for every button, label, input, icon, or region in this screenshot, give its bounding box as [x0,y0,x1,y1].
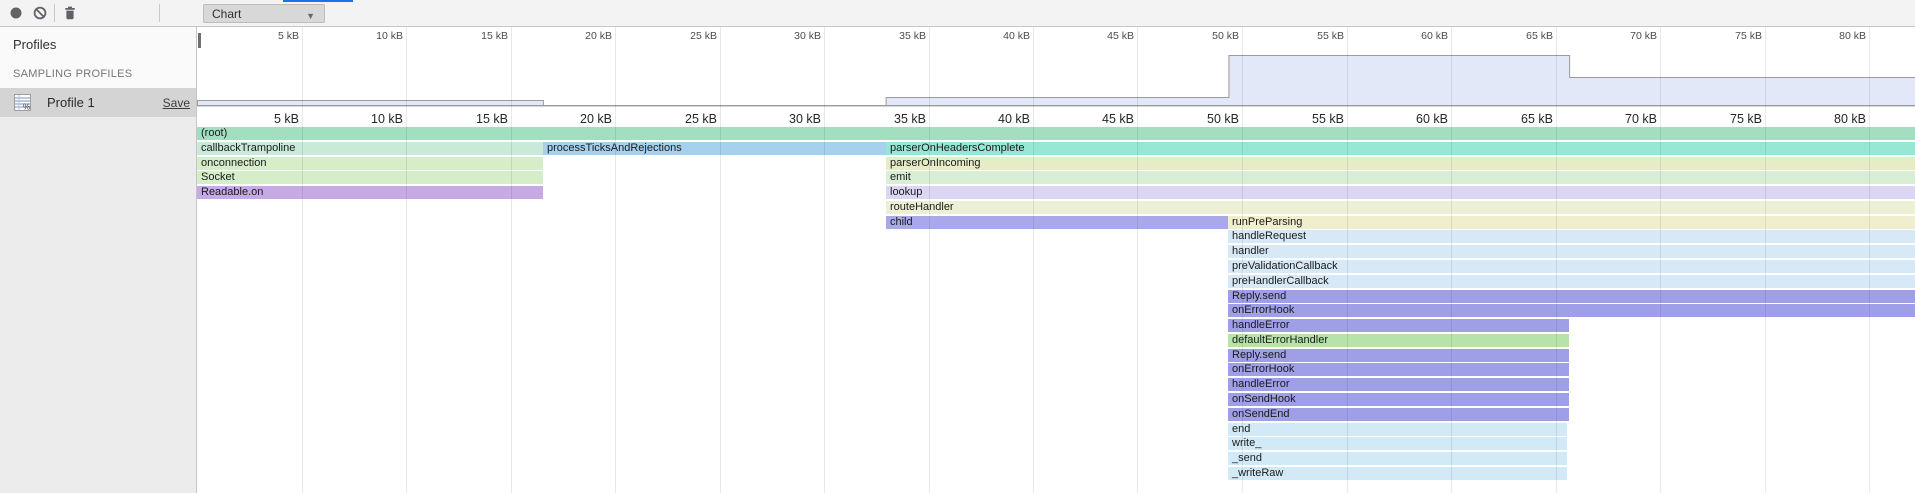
flame-bar-callbacktrampoline[interactable]: callbackTrampoline [197,142,543,155]
ruler-tick-label: 60 kB [1391,112,1448,126]
flame-bar-readable-on[interactable]: Readable.on [197,186,543,199]
flame-bar-onconnection[interactable]: onconnection [197,157,543,170]
profile-document-icon: % [14,94,31,111]
flame-bar--send[interactable]: _send [1228,452,1567,465]
flame-bar-parseronheaderscomplete[interactable]: parserOnHeadersComplete [886,142,1915,155]
svg-text:%: % [23,103,30,112]
ruler-tick-label: 60 kB [1391,30,1448,42]
flamechart-pane: 5 kB 10 kB 15 kB 20 kB 25 kB 30 kB 35 kB 40 kB 4… [197,27,1915,493]
ruler-tick-label: 50 kB [1182,30,1239,42]
active-tab-indicator [283,0,353,2]
flame-bar-end[interactable]: end [1228,423,1567,436]
ruler-tick-label: 10 kB [346,112,403,126]
ruler-tick-label: 55 kB [1287,30,1344,42]
flame-bar-prehandlercallback[interactable]: preHandlerCallback [1228,275,1915,288]
flame-bar-handlerequest[interactable]: handleRequest [1228,230,1915,243]
sidebar-item-profile-1[interactable]: % Profile 1 Save [0,88,196,117]
select-caret-icon: ▼ [306,8,315,24]
record-profile-icon[interactable] [8,5,24,21]
delete-profile-trash-icon[interactable] [62,5,78,21]
memory-profiler-panel: Chart ▼ Profiles SAMPLING PROFILES % Pro… [0,0,1915,493]
ruler-tick-label: 30 kB [764,30,821,42]
flame-bar-handleerror[interactable]: handleError [1228,378,1569,391]
ruler-tick-label: 55 kB [1287,112,1344,126]
toolbar: Chart ▼ [0,0,1915,27]
overview-area-chart[interactable] [197,40,1915,106]
flame-bar-runpreparsing[interactable]: runPreParsing [1228,216,1915,229]
flame-bar--writeraw[interactable]: _writeRaw [1228,467,1567,480]
flame-bar-lookup[interactable]: lookup [886,186,1915,199]
flame-bar-defaulterrorhandler[interactable]: defaultErrorHandler [1228,334,1569,347]
flame-bar-prevalidationcallback[interactable]: preValidationCallback [1228,260,1915,273]
ruler-tick-label: 80 kB [1809,112,1866,126]
ruler-tick-label: 70 kB [1600,112,1657,126]
ruler-tick-label: 50 kB [1182,112,1239,126]
profile-name: Profile 1 [47,95,95,110]
ruler-tick-label: 40 kB [973,112,1030,126]
flame-bar-write-[interactable]: write_ [1228,437,1567,450]
ruler-tick-label: 65 kB [1496,30,1553,42]
profiles-sidebar: Profiles SAMPLING PROFILES % Profile 1 S… [0,27,197,493]
flame-bar-parseronincoming[interactable]: parserOnIncoming [886,157,1915,170]
ruler-tick-label: 35 kB [869,112,926,126]
flame-bar-onsendhook[interactable]: onSendHook [1228,393,1569,406]
ruler-tick-label: 20 kB [555,30,612,42]
ruler-tick-label: 15 kB [451,112,508,126]
sidebar-heading: Profiles [13,37,56,52]
flame-bar-reply-send[interactable]: Reply.send [1228,290,1915,303]
sidebar-lower-area [0,117,196,493]
sampling-profiles-section-heading: SAMPLING PROFILES [13,68,132,80]
ruler-tick-label: 20 kB [555,112,612,126]
ruler-tick-label: 35 kB [869,30,926,42]
overview-bottom-border [197,106,1915,107]
ruler-tick-label: 5 kB [242,112,299,126]
clear-profiles-icon[interactable] [32,5,48,21]
flame-bar--root-[interactable]: (root) [197,127,1915,140]
flame-bar-onsendend[interactable]: onSendEnd [1228,408,1569,421]
flame-bar-onerrorhook[interactable]: onErrorHook [1228,363,1569,376]
ruler-tick-label: 40 kB [973,30,1030,42]
ruler-tick-label: 25 kB [660,30,717,42]
save-profile-link[interactable]: Save [163,96,190,110]
ruler-tick-label: 75 kB [1705,112,1762,126]
ruler-tick-label: 10 kB [346,30,403,42]
flame-bar-handler[interactable]: handler [1228,245,1915,258]
ruler-tick-label: 65 kB [1496,112,1553,126]
ruler-tick-label: 45 kB [1077,112,1134,126]
ruler-tick-label: 80 kB [1809,30,1866,42]
pane-resize-handle[interactable] [198,33,201,48]
flame-bar-emit[interactable]: emit [886,171,1915,184]
flame-bar-reply-send[interactable]: Reply.send [1228,349,1569,362]
ruler-tick-label: 15 kB [451,30,508,42]
view-mode-select[interactable]: Chart ▼ [203,4,325,23]
toolbar-divider [54,4,55,22]
flame-bar-child[interactable]: child [886,216,1229,229]
ruler-tick-label: 5 kB [242,30,299,42]
flame-bar-handleerror[interactable]: handleError [1228,319,1569,332]
view-mode-value: Chart [212,7,241,21]
ruler-tick-label: 25 kB [660,112,717,126]
toolbar-divider [159,4,160,22]
flame-bar-socket[interactable]: Socket [197,171,543,184]
flame-bar-onerrorhook[interactable]: onErrorHook [1228,304,1915,317]
flame-bar-routehandler[interactable]: routeHandler [886,201,1915,214]
ruler-tick-label: 30 kB [764,112,821,126]
ruler-tick-label: 70 kB [1600,30,1657,42]
flame-bar-processticksandrejections[interactable]: processTicksAndRejections [543,142,886,155]
ruler-tick-label: 45 kB [1077,30,1134,42]
ruler-tick-label: 75 kB [1705,30,1762,42]
